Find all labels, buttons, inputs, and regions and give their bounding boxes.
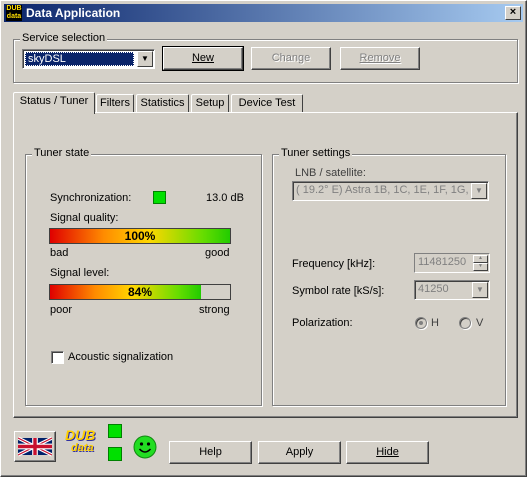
change-service-button[interactable]: Change <box>251 47 331 70</box>
level-poor-label: poor <box>50 304 73 316</box>
service-dropdown[interactable]: skyDSL ▼ <box>22 49 155 69</box>
polarization-v-radio[interactable] <box>459 317 471 329</box>
tab-status-tuner[interactable]: Status / Tuner <box>13 92 95 114</box>
lnb-satellite-label: LNB / satellite: <box>295 167 366 179</box>
symbol-rate-value: 41250 <box>418 283 449 295</box>
language-button[interactable] <box>14 431 56 462</box>
signal-quality-label: Signal quality: <box>50 212 119 224</box>
tuner-state-label: Tuner state <box>32 147 92 159</box>
service-selected-value: skyDSL <box>25 52 134 66</box>
app-window: DUB data Data Application × Service sele… <box>0 0 527 477</box>
frequency-value: 11481250 <box>418 256 467 268</box>
tuner-settings-label: Tuner settings <box>279 147 353 159</box>
acoustic-signalization-checkbox[interactable] <box>51 351 64 364</box>
sync-snr-value: 13.0 dB <box>206 192 244 204</box>
help-button[interactable]: Help <box>169 441 252 464</box>
status-led-bottom <box>108 447 122 461</box>
smiley-icon <box>133 435 157 459</box>
tab-filters[interactable]: Filters <box>96 94 134 113</box>
polarization-v-label: V <box>476 317 484 329</box>
radio-selected-dot <box>419 321 423 325</box>
frequency-input[interactable]: 11481250 ▲ ▼ <box>414 253 490 273</box>
tab-device-test[interactable]: Device Test <box>231 94 303 113</box>
lnb-satellite-value: ( 19.2° E) Astra 1B, 1C, 1E, 1F, 1G, 1 <box>296 184 468 196</box>
hide-button[interactable]: Hide <box>346 441 429 464</box>
tab-statistics[interactable]: Statistics <box>136 94 189 113</box>
logo-dub-text: DUB <box>65 427 96 443</box>
signal-quality-bar: 100% <box>49 228 231 244</box>
frequency-label: Frequency [kHz]: <box>292 258 376 270</box>
signal-level-percent: 84% <box>127 285 153 299</box>
status-led-top <box>108 424 122 438</box>
hide-button-label: Hide <box>376 446 399 458</box>
remove-button-label: Remove <box>359 52 401 64</box>
symbol-rate-dropdown[interactable]: 41250 ▼ <box>414 280 490 300</box>
acoustic-signalization-label: Acoustic signalization <box>68 351 174 363</box>
apply-button[interactable]: Apply <box>258 441 341 464</box>
new-service-button[interactable]: New <box>162 46 244 71</box>
service-selection-label: Service selection <box>20 32 108 44</box>
tab-setup[interactable]: Setup <box>191 94 229 113</box>
level-strong-label: strong <box>199 304 230 316</box>
frequency-spinner[interactable]: ▲ ▼ <box>473 255 488 271</box>
window-title: Data Application <box>26 6 121 20</box>
uk-flag-icon <box>18 436 52 457</box>
polarization-h-label: H <box>431 317 439 329</box>
title-bar[interactable]: DUB data Data Application × <box>4 4 523 22</box>
synchronization-label: Synchronization: <box>50 192 132 204</box>
polarization-label: Polarization: <box>292 317 353 329</box>
logo-data-text: data <box>71 442 94 454</box>
dub-data-logo: DUB data <box>65 427 101 463</box>
signal-quality-percent: 100% <box>124 229 156 243</box>
chevron-down-icon[interactable]: ▼ <box>137 51 153 67</box>
sync-indicator <box>153 191 166 204</box>
spin-up-icon[interactable]: ▲ <box>473 255 488 263</box>
symbol-rate-label: Symbol rate [kS/s]: <box>292 285 385 297</box>
remove-service-button[interactable]: Remove <box>340 47 420 70</box>
chevron-down-icon[interactable]: ▼ <box>472 282 488 298</box>
polarization-h-radio[interactable] <box>415 317 427 329</box>
spin-down-icon[interactable]: ▼ <box>473 263 488 271</box>
new-button-label: New <box>191 52 214 64</box>
chevron-down-icon[interactable]: ▼ <box>471 183 487 199</box>
close-button[interactable]: × <box>505 6 521 20</box>
signal-level-bar: 84% <box>49 284 231 300</box>
quality-bad-label: bad <box>50 247 69 259</box>
quality-good-label: good <box>205 247 230 259</box>
lnb-satellite-dropdown[interactable]: ( 19.2° E) Astra 1B, 1C, 1E, 1F, 1G, 1 ▼ <box>292 181 489 201</box>
signal-level-label: Signal level: <box>50 267 110 279</box>
app-logo-icon: DUB data <box>6 5 22 21</box>
